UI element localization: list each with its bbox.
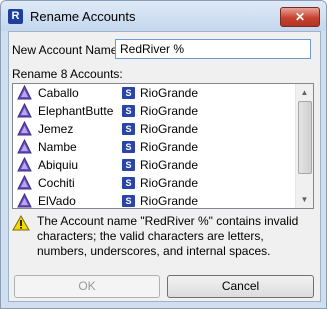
object-name: RioGrande — [140, 176, 199, 190]
account-name: Cochiti — [38, 176, 75, 190]
account-row[interactable]: Nambe S RioGrande — [13, 138, 296, 156]
object-type-icon: S — [122, 141, 135, 153]
dialog-title: Rename Accounts — [30, 9, 136, 24]
scroll-up-arrow-icon[interactable]: ▲ — [296, 84, 313, 101]
object-type-icon: S — [122, 105, 135, 117]
rename-accounts-dialog: R Rename Accounts ✕ New Account Name: Re… — [0, 0, 327, 309]
new-name-input[interactable] — [115, 39, 311, 59]
object-name: RioGrande — [140, 194, 199, 208]
accounts-list[interactable]: Caballo S RioGrande ElephantButte S RioGrande… — [12, 83, 314, 209]
object-name: RioGrande — [140, 104, 199, 118]
account-name: ElephantButte — [38, 104, 114, 118]
app-icon: R — [8, 9, 23, 24]
rename-count-label: Rename 8 Accounts: — [12, 67, 123, 81]
account-name: Caballo — [38, 86, 79, 100]
scrollbar-thumb[interactable] — [298, 101, 312, 174]
account-icon — [17, 175, 32, 190]
account-icon — [17, 193, 32, 208]
accounts-list-rows: Caballo S RioGrande ElephantButte S RioGrande… — [13, 84, 296, 208]
close-icon: ✕ — [294, 10, 306, 24]
account-name: Abiquiu — [38, 158, 79, 172]
account-row[interactable]: ElVado S RioGrande — [13, 192, 296, 208]
object-type-icon: S — [122, 123, 135, 135]
object-type-icon: S — [122, 159, 135, 171]
dialog-body: New Account Name: Rename 8 Accounts: Cab… — [8, 31, 321, 302]
account-icon — [17, 103, 32, 118]
warning-message: The Account name "RedRiver %" contains i… — [37, 214, 299, 258]
account-name: Jemez — [38, 122, 74, 136]
account-icon — [17, 121, 32, 136]
account-row[interactable]: Jemez S RioGrande — [13, 120, 296, 138]
account-icon — [17, 139, 32, 154]
close-button[interactable]: ✕ — [280, 7, 320, 27]
account-icon — [17, 85, 32, 100]
object-name: RioGrande — [140, 122, 199, 136]
new-name-label: New Account Name: — [12, 43, 121, 57]
account-row[interactable]: ElephantButte S RioGrande — [13, 102, 296, 120]
account-row[interactable]: Caballo S RioGrande — [13, 84, 296, 102]
object-name: RioGrande — [140, 158, 199, 172]
account-icon — [17, 157, 32, 172]
scroll-down-arrow-icon[interactable]: ▼ — [296, 191, 313, 208]
object-name: RioGrande — [140, 140, 199, 154]
ok-button[interactable]: OK — [14, 275, 160, 298]
cancel-button[interactable]: Cancel — [167, 275, 314, 298]
account-row[interactable]: Abiquiu S RioGrande — [13, 156, 296, 174]
object-type-icon: S — [122, 177, 135, 189]
account-name: Nambe — [38, 140, 77, 154]
title-bar[interactable]: R Rename Accounts ✕ — [1, 1, 326, 31]
account-row[interactable]: Cochiti S RioGrande — [13, 174, 296, 192]
warning-icon — [12, 215, 30, 231]
object-type-icon: S — [122, 195, 135, 207]
object-type-icon: S — [122, 87, 135, 99]
vertical-scrollbar[interactable]: ▲ ▼ — [295, 84, 313, 208]
object-name: RioGrande — [140, 86, 199, 100]
account-name: ElVado — [38, 194, 76, 208]
